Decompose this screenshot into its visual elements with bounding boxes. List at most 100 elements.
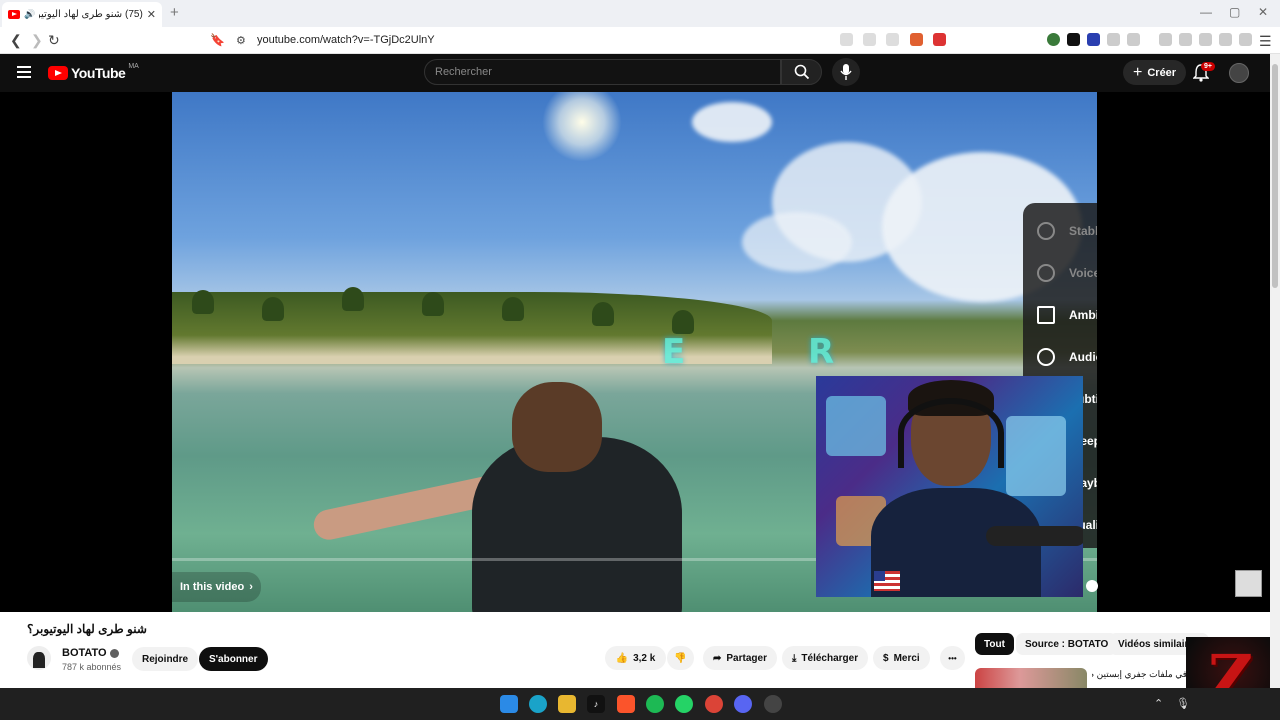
translate-icon[interactable] [840,33,853,46]
page-scrollbar[interactable] [1270,54,1280,688]
wall-art [1006,416,1066,496]
cloud [692,102,772,142]
youtube-masthead: YouTube MA + Créer 9+ [0,54,1270,92]
menu-item-ambient[interactable]: Ambient mode [1023,294,1097,336]
us-flag-patch [874,571,900,591]
download-button[interactable]: ⤓ Télécharger [782,646,869,670]
whatsapp-icon[interactable] [675,695,693,713]
search-icon [794,64,809,80]
youtube-favicon-icon [8,10,20,19]
windows-taskbar: ♪ ⌃ 🎙 [0,688,1280,720]
streamer-webcam [816,376,1083,597]
tab-title: (75) شنو طرى لهاد اليوتيوبر؟ - [39,9,143,20]
brave-icon[interactable] [617,695,635,713]
download-icon: ⤓ [792,652,797,664]
media-icon[interactable] [1159,33,1172,46]
dislike-button[interactable]: 👎 [667,646,694,670]
search-button[interactable] [781,59,822,85]
forward-icon[interactable]: ❯ [31,32,43,49]
reload-icon[interactable]: ↻ [48,32,60,49]
subscribe-button[interactable]: S'abonner [199,647,268,671]
thanks-icon: $ [883,652,889,664]
minimize-button[interactable]: — [1200,5,1212,19]
browser-tab[interactable]: 🔊 (75) شنو طرى لهاد اليوتيوبر؟ - ✕ [2,2,162,27]
autoplay-toggle[interactable] [1086,580,1098,592]
youtube-logo[interactable]: YouTube MA [48,63,139,81]
channel-name[interactable]: BOTATO [62,647,119,659]
create-button[interactable]: + Créer [1123,60,1187,85]
url-field[interactable]: youtube.com/watch?v=-TGjDc2UlnY [257,34,435,46]
extensions-puzzle-icon[interactable] [1107,33,1120,46]
site-info-icon[interactable]: ⚙ [236,34,246,47]
palm-tree [262,297,284,321]
new-tab-button[interactable]: + [170,4,179,21]
menu-item-audio-track[interactable]: Audio track [1023,336,1097,378]
sidebar-icon[interactable] [1179,33,1192,46]
windows-start-icon[interactable] [500,695,518,713]
in-this-video-button[interactable]: In this video › [172,572,261,602]
channel-avatar[interactable] [27,646,51,670]
voice-search-button[interactable] [832,58,860,86]
close-window-button[interactable]: ✕ [1258,5,1268,19]
tiktok-icon[interactable]: ♪ [587,695,605,713]
share-icon: ➦ [713,652,722,664]
chrome-icon[interactable] [705,695,723,713]
verified-badge-icon [109,648,119,658]
back-icon[interactable]: ❮ [10,32,22,49]
cast-icon[interactable] [863,33,876,46]
chevron-right-icon: › [249,581,253,593]
join-button[interactable]: Rejoindre [132,647,199,671]
leo-ai-icon[interactable] [1219,33,1232,46]
speaker-icon[interactable]: 🔊 [24,9,35,20]
like-button[interactable]: 👍 3,2 k [605,646,666,670]
tab-close-icon[interactable]: ✕ [147,8,156,21]
channel-watermark[interactable] [1235,570,1262,597]
rewards-icon[interactable] [933,33,946,46]
scrollbar-thumb[interactable] [1272,64,1278,288]
address-bar: ❮ ❯ ↻ 🔖 ⚙ youtube.com/watch?v=-TGjDc2Uln… [0,27,1280,54]
microphone-icon [840,64,852,80]
thumbs-up-icon: 👍 [615,652,629,664]
discord-icon[interactable] [734,695,752,713]
more-actions-button[interactable]: ••• [940,646,965,670]
headphones-icon [898,398,1004,468]
wallet-icon[interactable] [1199,33,1212,46]
extension-x-icon[interactable] [1067,33,1080,46]
studio-microphone [986,526,1083,546]
vpn-icon[interactable] [1239,33,1252,46]
extension-box-icon[interactable] [1127,33,1140,46]
steam-icon[interactable] [764,695,782,713]
chip-source[interactable]: Source : BOTATO [1016,633,1118,655]
ambient-icon [1037,306,1055,324]
tray-mic-icon[interactable]: 🎙 [1176,697,1190,710]
file-explorer-icon[interactable] [558,695,576,713]
guide-menu-icon[interactable] [17,66,31,81]
in-this-video-label: In this video [180,581,245,593]
edge-icon[interactable] [529,695,547,713]
palm-tree [422,292,444,316]
tray-chevron-icon[interactable]: ⌃ [1154,697,1163,710]
extension-blue-icon[interactable] [1087,33,1100,46]
recommendation-title[interactable]: في ملفات جفري إبستين صدمت [1092,669,1187,680]
menu-item-voice-boost[interactable]: Voice Boost [1023,252,1097,294]
account-avatar[interactable] [1229,63,1249,83]
video-title: شنو طرى لهاد اليوتيوبر؟ [27,622,147,636]
chip-all[interactable]: Tout [975,633,1014,655]
menu-item-stable-volume[interactable]: Stable Volume [1023,210,1097,252]
search-input[interactable] [425,60,780,84]
share-button[interactable]: ➦ Partager [703,646,777,670]
wall-art [826,396,886,456]
bookmark-icon[interactable]: 🔖 [210,33,225,47]
palm-tree [502,297,524,321]
thanks-button[interactable]: $ Merci [873,646,930,670]
extension-globe-icon[interactable] [1047,33,1060,46]
thumbs-down-icon: 👎 [674,652,687,664]
share-page-icon[interactable] [886,33,899,46]
spotify-icon[interactable] [646,695,664,713]
brave-shield-icon[interactable] [910,33,923,46]
maximize-button[interactable]: ▢ [1229,5,1240,19]
plus-icon: + [1133,63,1143,81]
menu-icon[interactable]: ☰ [1259,33,1272,50]
swimmer-head [512,382,602,472]
recommendation-thumbnail[interactable] [975,668,1087,690]
